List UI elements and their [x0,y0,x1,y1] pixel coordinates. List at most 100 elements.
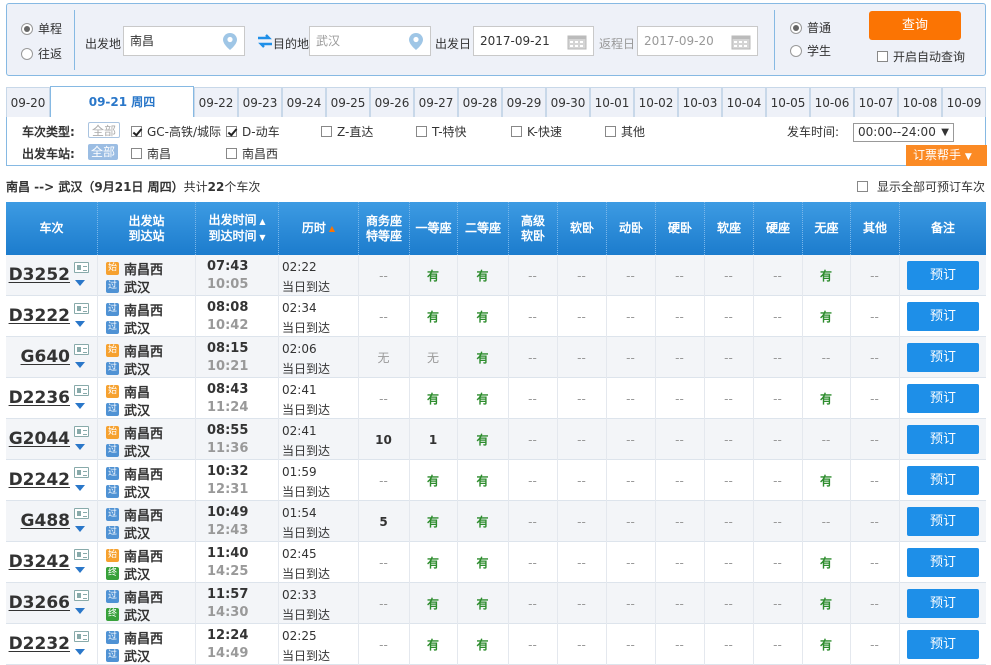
date-tab[interactable]: 10-04 [722,87,766,117]
checkbox-icon[interactable] [321,126,332,137]
train-type-gc[interactable]: GC-高铁/城际 [131,123,221,140]
train-number-link[interactable]: D2232 [9,628,70,660]
seat-availability[interactable]: 有 [802,624,850,665]
date-tab[interactable]: 09-25 [326,87,370,117]
date-tab[interactable]: 09-26 [370,87,414,117]
seat-availability[interactable]: 有 [457,296,508,337]
id-card-icon[interactable] [74,426,89,437]
book-button[interactable]: 预订 [907,589,979,618]
seat-availability[interactable]: 有 [457,460,508,501]
book-button[interactable]: 预订 [907,507,979,536]
seat-availability[interactable]: 有 [409,542,457,583]
depart-date-input[interactable]: 2017-09-21 [473,26,594,56]
book-button[interactable]: 预订 [907,425,979,454]
seat-availability[interactable]: 有 [409,255,457,296]
date-tab[interactable]: 10-01 [590,87,634,117]
seat-availability[interactable]: 有 [409,460,457,501]
expand-stops-icon[interactable] [75,280,85,286]
checkbox-icon[interactable] [857,181,868,192]
swap-icon[interactable] [257,34,273,48]
seat-availability[interactable]: 有 [457,378,508,419]
expand-stops-icon[interactable] [75,567,85,573]
id-card-icon[interactable] [74,549,89,560]
expand-stops-icon[interactable] [75,362,85,368]
checkbox-icon[interactable] [226,126,237,137]
train-number-link[interactable]: G2044 [9,423,70,455]
date-tab[interactable]: 09-27 [414,87,458,117]
seat-availability[interactable]: 有 [457,419,508,460]
expand-stops-icon[interactable] [75,526,85,532]
to-input[interactable]: 武汉 [309,26,431,56]
col-time[interactable]: 出发时间 ▲ 到达时间 ▼ [195,202,278,255]
date-tab[interactable]: 09-21 周四 [50,86,194,118]
seat-availability[interactable]: 有 [457,337,508,378]
train-number-link[interactable]: G488 [21,505,70,537]
checkbox-icon[interactable] [131,126,142,137]
seat-availability[interactable]: 有 [457,501,508,542]
seat-availability[interactable]: 有 [457,255,508,296]
train-type-z[interactable]: Z-直达 [321,123,373,140]
seat-availability[interactable]: 有 [409,501,457,542]
seat-availability[interactable]: 有 [457,583,508,624]
radio-icon[interactable] [21,22,33,35]
checkbox-icon[interactable] [226,148,237,159]
expand-stops-icon[interactable] [75,608,85,614]
trip-type-oneway[interactable]: 单程 [21,20,62,37]
train-number-link[interactable]: G640 [21,341,70,373]
book-button[interactable]: 预订 [907,302,979,331]
date-tab[interactable]: 09-24 [282,87,326,117]
radio-icon[interactable] [790,21,802,34]
auto-query-option[interactable]: 开启自动查询 [877,48,965,65]
return-date-input[interactable]: 2017-09-20 [637,26,758,56]
from-input[interactable]: 南昌 [123,26,245,56]
train-number-link[interactable]: D2242 [9,464,70,496]
book-button[interactable]: 预订 [907,384,979,413]
train-type-k[interactable]: K-快速 [511,123,562,140]
col-duration[interactable]: 历时 ▲ [278,202,358,255]
radio-icon[interactable] [790,44,802,57]
date-tab[interactable]: 09-29 [502,87,546,117]
radio-icon[interactable] [21,47,33,60]
date-tab[interactable]: 10-02 [634,87,678,117]
seat-availability[interactable]: 有 [802,460,850,501]
id-card-icon[interactable] [74,508,89,519]
seat-availability[interactable]: 无 [358,337,409,378]
book-button[interactable]: 预订 [907,466,979,495]
id-card-icon[interactable] [74,262,89,273]
trip-type-roundtrip[interactable]: 往返 [21,45,62,62]
train-type-d[interactable]: D-动车 [226,123,280,140]
book-button[interactable]: 预订 [907,261,979,290]
seat-availability[interactable]: 有 [802,583,850,624]
expand-stops-icon[interactable] [75,649,85,655]
seat-availability[interactable]: 1 [409,419,457,460]
checkbox-icon[interactable] [416,126,427,137]
calendar-icon[interactable] [567,34,587,50]
date-tab[interactable]: 10-07 [854,87,898,117]
seat-availability[interactable]: 有 [409,296,457,337]
depart-time-select[interactable]: 00:00--24:00 ▼ [853,123,954,142]
train-number-link[interactable]: D3222 [9,300,70,332]
show-all-option[interactable]: 显示全部可预订车次 [857,178,985,195]
expand-stops-icon[interactable] [75,403,85,409]
book-button[interactable]: 预订 [907,548,979,577]
id-card-icon[interactable] [74,385,89,396]
expand-stops-icon[interactable] [75,444,85,450]
train-number-link[interactable]: D3252 [9,259,70,291]
train-type-t[interactable]: T-特快 [416,123,467,140]
checkbox-icon[interactable] [131,148,142,159]
query-button[interactable]: 查询 [869,11,961,40]
date-tab[interactable]: 10-06 [810,87,854,117]
train-number-link[interactable]: D3242 [9,546,70,578]
train-type-all[interactable]: 全部 [88,122,121,138]
seat-availability[interactable]: 无 [409,337,457,378]
seat-availability[interactable]: 有 [802,296,850,337]
date-tab[interactable]: 10-05 [766,87,810,117]
station-option[interactable]: 南昌西 [226,145,278,162]
seat-availability[interactable]: 有 [457,542,508,583]
checkbox-icon[interactable] [605,126,616,137]
expand-stops-icon[interactable] [75,485,85,491]
date-tab[interactable]: 09-23 [238,87,282,117]
date-tab[interactable]: 10-08 [898,87,942,117]
seat-availability[interactable]: 有 [457,624,508,665]
train-number-link[interactable]: D2236 [9,382,70,414]
